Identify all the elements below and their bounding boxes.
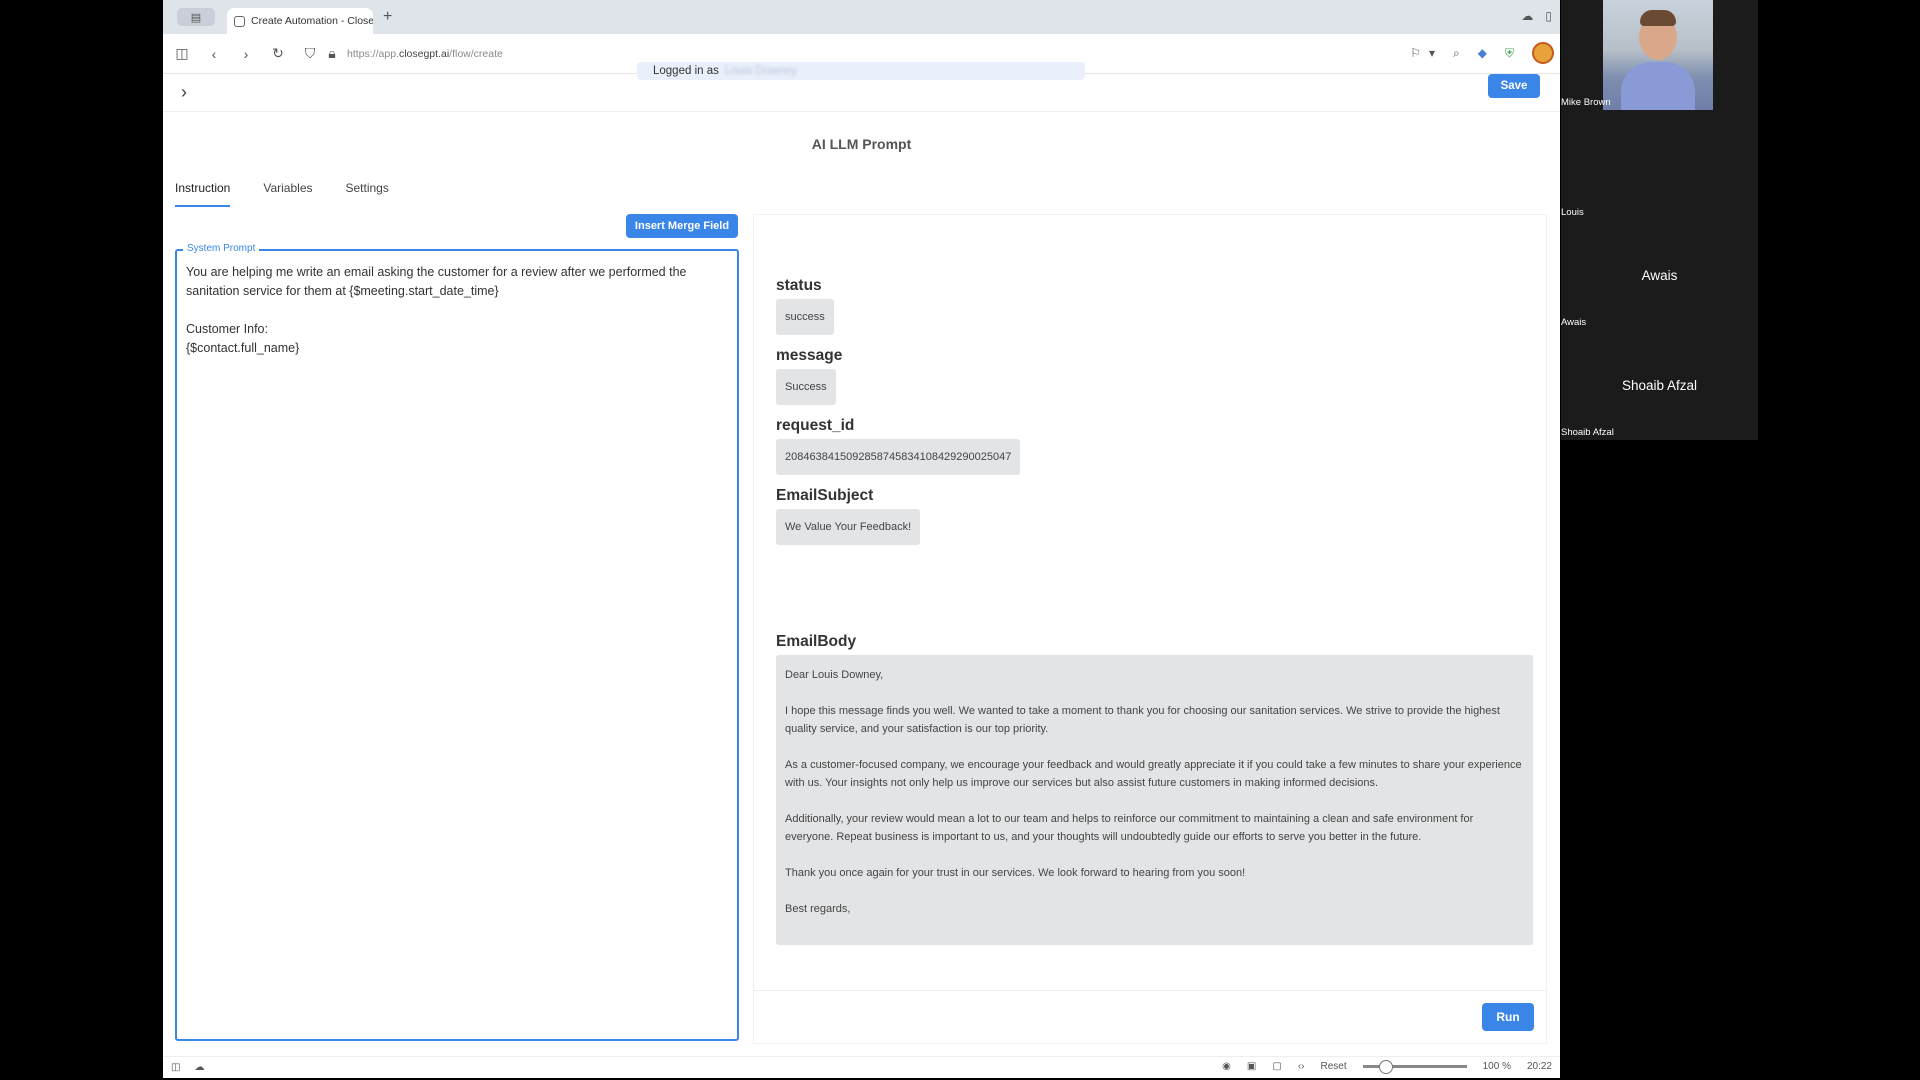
browser-tab-title: Create Automation - Close bbox=[251, 15, 373, 27]
bookmark-icon[interactable]: ⚐ bbox=[1410, 46, 1421, 60]
tab-settings[interactable]: Settings bbox=[346, 181, 389, 207]
participant-name: Shoaib Afzal bbox=[1561, 427, 1614, 438]
zoom-reset-button[interactable]: Reset bbox=[1320, 1061, 1346, 1072]
email-body-paragraph: Dear Louis Downey, bbox=[785, 669, 884, 681]
system-prompt-text[interactable]: You are helping me write an email asking… bbox=[186, 263, 728, 358]
insert-merge-field-button[interactable]: Insert Merge Field bbox=[626, 214, 738, 238]
email-subject-label: EmailSubject bbox=[776, 487, 874, 504]
participant-tile[interactable]: Louis bbox=[1561, 110, 1758, 220]
code-icon[interactable]: ‹› bbox=[1298, 1061, 1305, 1072]
request-id-label: request_id bbox=[776, 417, 855, 434]
screen: ▤ Create Automation - Close + ☁ ▯ ◫ ‹ › … bbox=[0, 0, 1920, 1080]
participant-name: Mike Brown bbox=[1561, 97, 1611, 108]
page-title: AI LLM Prompt bbox=[811, 136, 912, 152]
shield-icon[interactable]: ⛉ bbox=[303, 45, 317, 62]
cloud-icon[interactable]: ☁ bbox=[194, 1062, 204, 1073]
shield-check-icon[interactable]: ⛨ bbox=[1505, 46, 1514, 61]
video-participants: Mike Brown Louis Awais Awais Shoaib Afza… bbox=[1561, 0, 1758, 440]
url-field[interactable]: https://app.closegpt.ai/flow/create bbox=[347, 48, 503, 60]
browser-tab-active[interactable]: Create Automation - Close bbox=[227, 8, 373, 34]
participant-video bbox=[1603, 0, 1713, 110]
participant-tile[interactable]: Mike Brown bbox=[1561, 0, 1758, 110]
search-icon[interactable]: ⌕ bbox=[1453, 46, 1460, 61]
camera-icon[interactable]: ◉ bbox=[1222, 1061, 1231, 1072]
message-label: message bbox=[776, 347, 843, 364]
email-body-label: EmailBody bbox=[776, 633, 857, 650]
zoom-level: 100 % bbox=[1482, 1061, 1511, 1072]
reload-icon[interactable]: ↻ bbox=[271, 45, 285, 62]
window-icon[interactable]: ▢ bbox=[1272, 1061, 1281, 1072]
save-button[interactable]: Save bbox=[1488, 74, 1540, 98]
lock-icon: 🔒︎ bbox=[328, 45, 336, 61]
participant-center-name: Shoaib Afzal bbox=[1621, 378, 1698, 393]
app-content: › Save AI LLM Prompt Instruction Variabl… bbox=[163, 74, 1560, 1060]
participant-tile[interactable]: Shoaib Afzal Shoaib Afzal bbox=[1561, 330, 1758, 440]
login-banner: Logged in as Louis Downey bbox=[637, 62, 1085, 80]
forward-icon[interactable]: › bbox=[239, 46, 253, 62]
output-panel: status success message Success request_i… bbox=[753, 214, 1547, 1044]
email-body-paragraph: Additionally, your review would mean a l… bbox=[785, 813, 1474, 843]
status-value: success bbox=[776, 299, 834, 335]
login-banner-text: Logged in as bbox=[653, 65, 719, 77]
clock: 20:22 bbox=[1526, 1061, 1552, 1072]
tab-variables[interactable]: Variables bbox=[263, 181, 312, 207]
participant-center-name: Awais bbox=[1641, 268, 1678, 283]
system-prompt-label: System Prompt bbox=[183, 243, 260, 254]
system-prompt-field[interactable]: System Prompt You are helping me write a… bbox=[175, 243, 739, 1041]
email-body-paragraph: As a customer-focused company, we encour… bbox=[785, 759, 1522, 789]
run-bar: Run bbox=[754, 990, 1546, 1044]
participant-name: Louis bbox=[1561, 207, 1584, 218]
participant-tile[interactable]: Awais Awais bbox=[1561, 220, 1758, 330]
tab-strip: ▤ Create Automation - Close + ☁ ▯ bbox=[163, 0, 1560, 34]
panel-icon[interactable]: ◫ bbox=[171, 1062, 180, 1073]
email-subject-value: We Value Your Feedback! bbox=[776, 509, 921, 545]
chevron-right-icon[interactable]: › bbox=[181, 82, 187, 103]
back-icon[interactable]: ‹ bbox=[207, 46, 221, 62]
email-body-paragraph: Thank you once again for your trust in o… bbox=[785, 867, 1246, 879]
status-label: status bbox=[776, 277, 822, 294]
profile-avatar[interactable] bbox=[1532, 42, 1554, 64]
tab-list: Instruction Variables Settings bbox=[175, 181, 389, 207]
email-body-paragraph: Best regards, bbox=[785, 903, 851, 915]
request-id-value: 2084638415092858745834108429290025047 bbox=[776, 439, 1021, 475]
chevron-down-icon[interactable]: ▾ bbox=[1429, 46, 1435, 60]
sidebar-toggle-icon[interactable]: ◫ bbox=[175, 45, 189, 62]
message-value: Success bbox=[776, 369, 836, 405]
extension-icon[interactable]: ◆ bbox=[1478, 46, 1487, 60]
tab-instruction[interactable]: Instruction bbox=[175, 181, 231, 207]
shield-icon bbox=[234, 15, 245, 27]
new-tab-button[interactable]: + bbox=[383, 8, 392, 26]
email-body-value: Dear Louis Downey, I hope this message f… bbox=[776, 655, 1533, 945]
tab-overview-icon[interactable]: ▤ bbox=[177, 8, 215, 26]
browser-window: ▤ Create Automation - Close + ☁ ▯ ◫ ‹ › … bbox=[163, 0, 1560, 1078]
participant-name: Awais bbox=[1561, 317, 1587, 328]
cloud-icon[interactable]: ☁ bbox=[1521, 9, 1533, 23]
run-button[interactable]: Run bbox=[1482, 1003, 1534, 1031]
image-icon[interactable]: ▣ bbox=[1247, 1061, 1256, 1072]
email-body-paragraph: I hope this message finds you well. We w… bbox=[785, 705, 1500, 735]
login-banner-user: Louis Downey bbox=[724, 65, 798, 77]
trash-icon[interactable]: ▯ bbox=[1545, 9, 1552, 23]
zoom-slider[interactable] bbox=[1362, 1060, 1467, 1074]
status-bar: ◫ ☁ ◉ ▣ ▢ ‹› Reset 100 % 20:22 bbox=[163, 1056, 1560, 1078]
